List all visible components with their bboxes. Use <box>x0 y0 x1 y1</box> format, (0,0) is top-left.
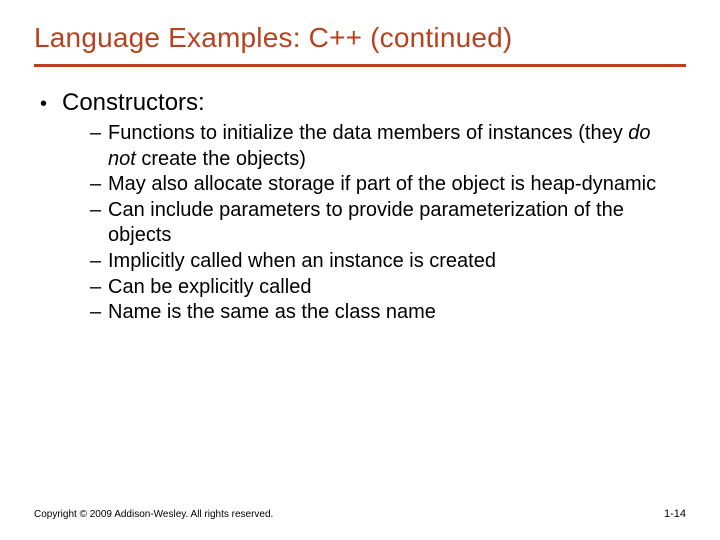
slide: Language Examples: C++ (continued) Const… <box>0 0 720 540</box>
footer-page-number: 1-14 <box>664 508 686 520</box>
bullet-list-level2: Functions to initialize the data members… <box>62 121 686 326</box>
title-rule <box>34 64 686 67</box>
text-fragment: Functions to initialize the data members… <box>108 122 628 144</box>
list-heading: Constructors: <box>62 89 205 116</box>
list-item: May also allocate storage if part of the… <box>90 172 668 198</box>
footer-copyright: Copyright © 2009 Addison-Wesley. All rig… <box>34 509 273 520</box>
list-item: Can be explicitly called <box>90 275 668 301</box>
list-item: Functions to initialize the data members… <box>90 121 668 172</box>
list-item: Implicitly called when an instance is cr… <box>90 249 668 275</box>
list-item: Name is the same as the class name <box>90 300 668 326</box>
list-item: Constructors: Functions to initialize th… <box>40 89 686 326</box>
slide-title: Language Examples: C++ (continued) <box>34 22 686 54</box>
bullet-list-level1: Constructors: Functions to initialize th… <box>34 89 686 326</box>
list-item: Can include parameters to provide parame… <box>90 198 668 249</box>
text-fragment: create the objects) <box>136 148 306 170</box>
